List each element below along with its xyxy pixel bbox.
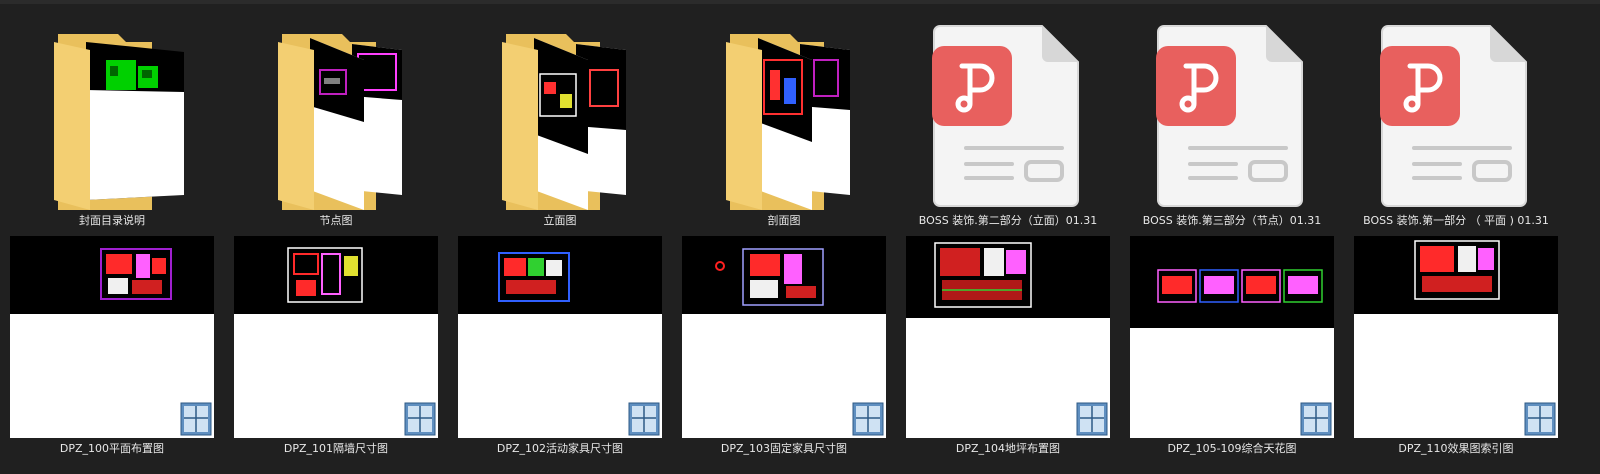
item-label: BOSS 装饰.第二部分（立面）01.31 — [918, 214, 1098, 227]
dwg-thumbnail — [682, 236, 886, 438]
dwg-thumbnail — [1130, 236, 1334, 438]
dwg-file-icon — [180, 402, 212, 436]
item-label: BOSS 装饰.第三部分（节点）01.31 — [1142, 214, 1322, 227]
dwg-file-icon — [852, 402, 884, 436]
item-label: 剖面图 — [767, 214, 801, 227]
pdf-item[interactable]: BOSS 装饰.第一部分 （ 平面 ) 01.31 — [1354, 22, 1558, 230]
pdf-item[interactable]: BOSS 装饰.第二部分（立面）01.31 — [906, 22, 1110, 230]
item-label: DPZ_103固定家具尺寸图 — [720, 442, 848, 455]
item-label: DPZ_102活动家具尺寸图 — [496, 442, 624, 455]
item-label: BOSS 装饰.第一部分 （ 平面 ) 01.31 — [1363, 214, 1549, 227]
dwg-item[interactable]: DPZ_100平面布置图 — [10, 236, 214, 458]
item-label: DPZ_104地坪布置图 — [955, 442, 1061, 455]
folder-icon — [272, 30, 412, 210]
dwg-thumbnail — [458, 236, 662, 438]
dwg-item[interactable]: DPZ_101隔墙尺寸图 — [234, 236, 438, 458]
item-label: 立面图 — [543, 214, 577, 227]
pdf-document-icon — [1156, 22, 1306, 208]
dwg-thumbnail — [234, 236, 438, 438]
dwg-item[interactable]: DPZ_102活动家具尺寸图 — [458, 236, 662, 458]
folder-icon — [48, 30, 188, 210]
dwg-thumbnail — [906, 236, 1110, 438]
item-label: DPZ_101隔墙尺寸图 — [283, 442, 389, 455]
folder-icon — [496, 30, 636, 210]
dwg-thumbnail — [1354, 236, 1558, 438]
folder-item[interactable]: 封面目录说明 — [10, 30, 214, 230]
dwg-file-icon — [1524, 402, 1556, 436]
dwg-file-icon — [1300, 402, 1332, 436]
dwg-item[interactable]: DPZ_104地坪布置图 — [906, 236, 1110, 458]
pdf-item[interactable]: BOSS 装饰.第三部分（节点）01.31 — [1130, 22, 1334, 230]
folder-item[interactable]: 节点图 — [234, 30, 438, 230]
item-label: DPZ_105-109综合天花图 — [1167, 442, 1297, 455]
dwg-thumbnail — [10, 236, 214, 438]
folder-item[interactable]: 立面图 — [458, 30, 662, 230]
pdf-document-icon — [932, 22, 1082, 208]
item-label: 封面目录说明 — [79, 214, 145, 227]
pdf-document-icon — [1380, 22, 1530, 208]
item-label: DPZ_100平面布置图 — [59, 442, 165, 455]
dwg-item[interactable]: DPZ_105-109综合天花图 — [1130, 236, 1334, 458]
dwg-file-icon — [404, 402, 436, 436]
dwg-item[interactable]: DPZ_110效果图索引图 — [1354, 236, 1558, 458]
dwg-file-icon — [628, 402, 660, 436]
dwg-file-icon — [1076, 402, 1108, 436]
top-border — [0, 0, 1600, 4]
dwg-item[interactable]: DPZ_103固定家具尺寸图 — [682, 236, 886, 458]
folder-icon — [720, 30, 860, 210]
item-label: DPZ_110效果图索引图 — [1398, 442, 1514, 455]
folder-item[interactable]: 剖面图 — [682, 30, 886, 230]
item-label: 节点图 — [319, 214, 353, 227]
